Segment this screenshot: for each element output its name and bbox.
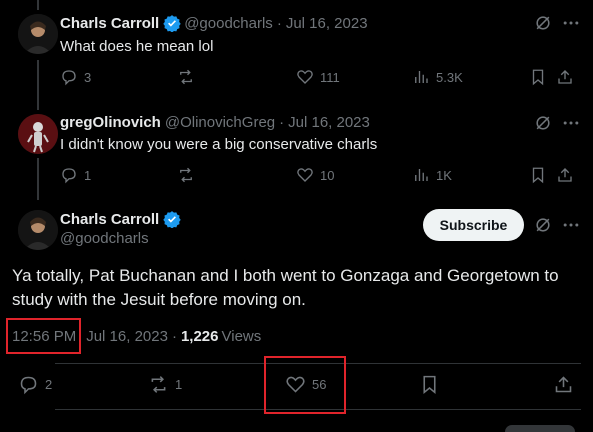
- views-count: 1,226: [180, 328, 219, 345]
- author-handle[interactable]: @goodcharls: [60, 230, 149, 247]
- tweet-date[interactable]: Jul 16, 2023: [86, 328, 168, 345]
- author-name[interactable]: gregOlinovich: [60, 114, 161, 131]
- reply-button[interactable]: 1: [60, 166, 91, 184]
- highlight-box-time: [6, 318, 81, 354]
- verified-badge-icon: [163, 211, 181, 228]
- share-button[interactable]: [553, 374, 574, 395]
- heart-icon: [297, 70, 313, 84]
- tweet-actions: 1 10 1K: [60, 166, 583, 190]
- floating-pill[interactable]: [505, 425, 575, 432]
- tweet-date[interactable]: Jul 16, 2023: [288, 114, 370, 131]
- bookmark-icon: [532, 167, 544, 184]
- reply-icon: [62, 168, 76, 184]
- bookmark-button[interactable]: [419, 374, 440, 395]
- share-icon: [555, 376, 572, 393]
- reply-count: 3: [84, 69, 92, 85]
- repost-button[interactable]: [177, 68, 195, 86]
- reply-icon: [62, 70, 76, 86]
- like-count: 111: [320, 69, 340, 85]
- share-button[interactable]: [556, 68, 574, 86]
- reply-count: 2: [45, 377, 53, 392]
- heart-icon: [297, 168, 313, 182]
- repost-icon: [180, 69, 192, 85]
- tweet-actions: 3 111 5.3K: [60, 68, 583, 92]
- tweet-thread: Charls Carroll @goodcharls · Jul 16, 202…: [0, 0, 593, 432]
- grok-icon[interactable]: [533, 113, 553, 133]
- repost-button[interactable]: 1: [148, 374, 182, 395]
- tweet-header: Charls Carroll @goodcharls · Jul 16, 202…: [60, 14, 368, 32]
- avatar[interactable]: [18, 210, 58, 250]
- views-count: 1K: [436, 167, 452, 183]
- reply-count: 1: [84, 167, 92, 183]
- views-label: Views: [221, 328, 262, 345]
- repost-button[interactable]: [177, 166, 195, 184]
- reply-tweet[interactable]: gregOlinovich @OlinovichGreg · Jul 16, 2…: [0, 108, 593, 200]
- reply-icon: [20, 376, 37, 395]
- bookmark-button[interactable]: [529, 68, 547, 86]
- separator-dot: ·: [171, 328, 177, 345]
- repost-icon: [180, 167, 192, 183]
- main-tweet-author: Charls Carroll: [60, 210, 184, 228]
- analytics-icon: [415, 71, 428, 83]
- views-button[interactable]: 1K: [412, 166, 452, 184]
- more-options-icon[interactable]: [561, 113, 581, 133]
- subscribe-button[interactable]: Subscribe: [423, 209, 524, 241]
- like-button[interactable]: 10: [296, 166, 334, 184]
- verified-badge-icon: [163, 15, 181, 32]
- share-button[interactable]: [556, 166, 574, 184]
- more-options-icon[interactable]: [561, 13, 581, 33]
- views-count: 5.3K: [436, 69, 463, 85]
- repost-icon: [151, 376, 166, 393]
- tweet-text: I didn't know you were a big conservativ…: [60, 136, 378, 153]
- avatar[interactable]: [18, 114, 58, 154]
- author-name[interactable]: Charls Carroll: [60, 211, 159, 228]
- share-icon: [558, 168, 572, 182]
- highlight-box-likes: [264, 356, 346, 414]
- author-handle[interactable]: @OlinovichGreg: [165, 114, 275, 131]
- author-handle[interactable]: @goodcharls: [184, 15, 273, 32]
- tweet-date[interactable]: Jul 16, 2023: [286, 15, 368, 32]
- like-count: 10: [320, 167, 335, 183]
- tweet-text: What does he mean lol: [60, 38, 214, 55]
- analytics-icon: [415, 169, 428, 181]
- avatar[interactable]: [18, 14, 58, 54]
- views-button[interactable]: 5.3K: [412, 68, 463, 86]
- main-tweet-text: Ya totally, Pat Buchanan and I both went…: [12, 266, 559, 309]
- grok-icon[interactable]: [533, 13, 553, 33]
- more-options-icon[interactable]: [561, 215, 581, 235]
- bookmark-icon: [532, 69, 544, 86]
- reply-tweet[interactable]: Charls Carroll @goodcharls · Jul 16, 202…: [0, 0, 593, 108]
- reply-button[interactable]: 3: [60, 68, 91, 86]
- share-icon: [558, 70, 572, 84]
- separator-dot: ·: [276, 14, 282, 32]
- like-button[interactable]: 111: [296, 68, 340, 86]
- tweet-header: gregOlinovich @OlinovichGreg · Jul 16, 2…: [60, 114, 370, 131]
- separator-dot: ·: [279, 114, 285, 131]
- bookmark-button[interactable]: [529, 166, 547, 184]
- reply-button[interactable]: 2: [18, 374, 52, 395]
- repost-count: 1: [175, 377, 183, 392]
- bookmark-icon: [423, 375, 436, 395]
- grok-icon[interactable]: [533, 215, 553, 235]
- author-name[interactable]: Charls Carroll: [60, 15, 159, 32]
